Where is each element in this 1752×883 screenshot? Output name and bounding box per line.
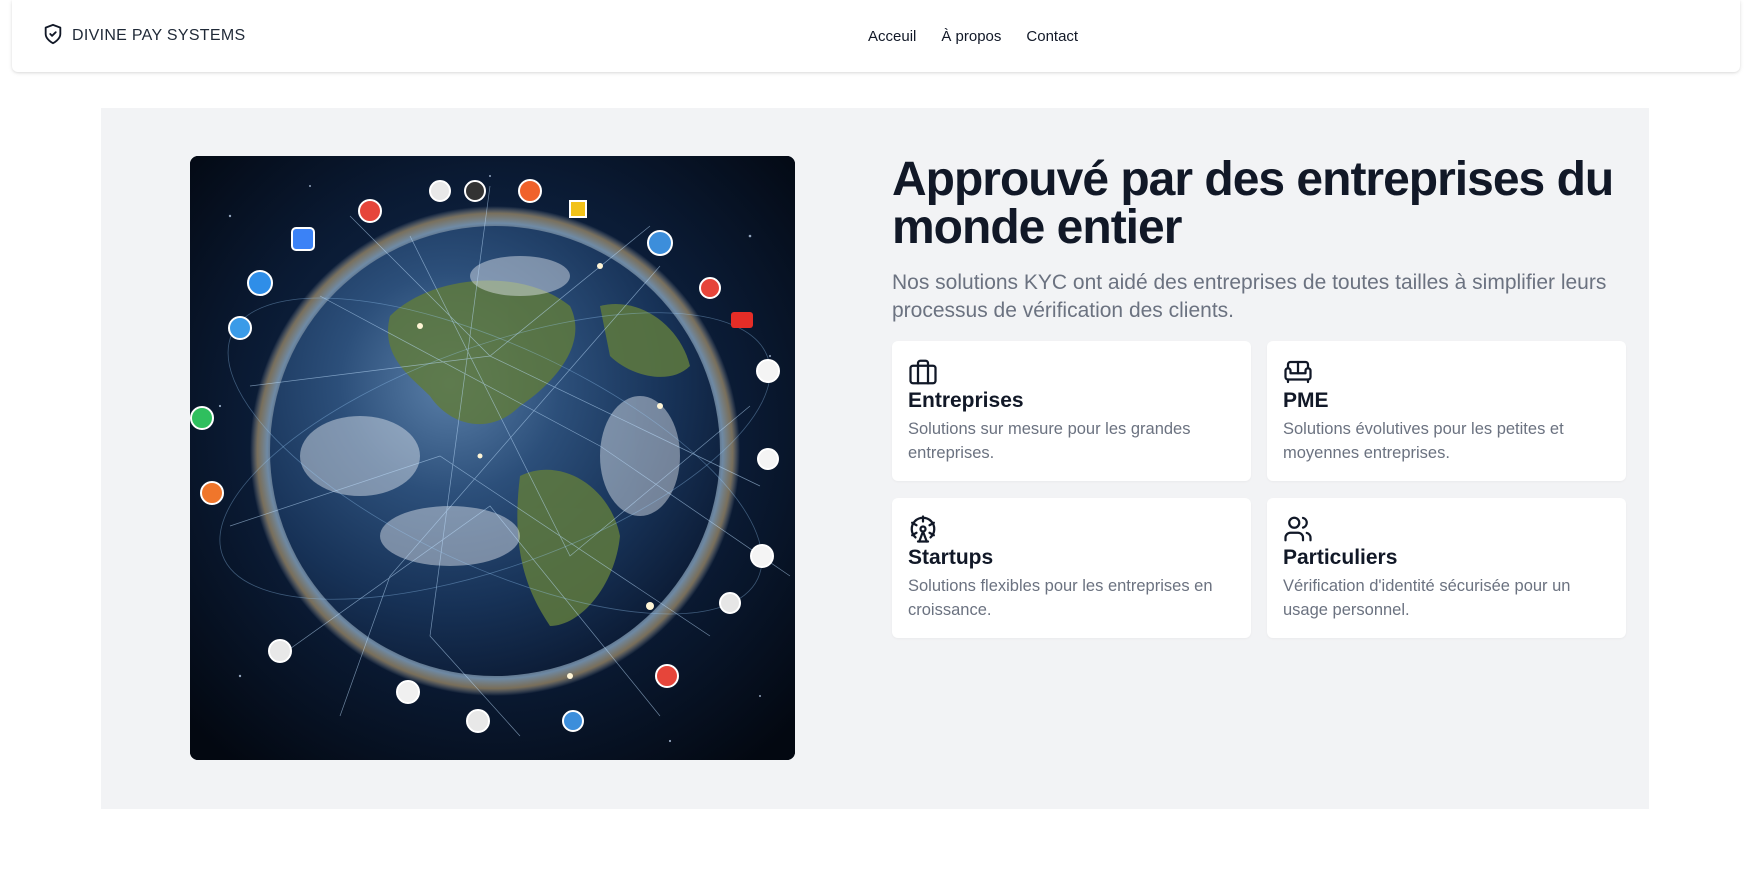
card-description: Solutions sur mesure pour les grandes en…	[908, 420, 1191, 462]
main-nav: Acceuil À propos Contact	[868, 0, 1078, 72]
card-description: Solutions évolutives pour les petites et…	[1283, 420, 1564, 462]
card-entreprises: Entreprises Solutions sur mesure pour le…	[892, 341, 1251, 481]
nav-link-contact[interactable]: Contact	[1026, 28, 1078, 45]
section-title: Approuvé par des entreprises du monde en…	[892, 153, 1614, 254]
globe-network-image	[190, 156, 795, 760]
nav-link-accueil[interactable]: Acceuil	[868, 28, 916, 45]
section-subtitle: Nos solutions KYC ont aidé des entrepris…	[892, 271, 1607, 322]
card-description: Vérification d'identité sécurisée pour u…	[1283, 577, 1571, 619]
shield-check-icon	[42, 22, 64, 51]
card-particuliers: Particuliers Vérification d'identité séc…	[1267, 498, 1626, 638]
card-description: Solutions flexibles pour les entreprises…	[908, 577, 1213, 619]
card-pme: PME Solutions évolutives pour les petite…	[1267, 341, 1626, 481]
briefcase-icon	[908, 357, 1235, 387]
nav-link-a-propos[interactable]: À propos	[941, 28, 1001, 45]
card-title: PME	[1283, 389, 1329, 412]
brand-name: DIVINE PAY SYSTEMS	[72, 27, 246, 44]
trust-content: Approuvé par des entreprises du monde en…	[892, 156, 1632, 325]
card-title: Particuliers	[1283, 546, 1398, 569]
card-title: Entreprises	[908, 389, 1024, 412]
brand-logo[interactable]: DIVINE PAY SYSTEMS	[42, 0, 245, 72]
segment-cards: Entreprises Solutions sur mesure pour le…	[892, 341, 1627, 638]
card-startups: Startups Solutions flexibles pour les en…	[892, 498, 1251, 638]
users-icon	[1283, 514, 1610, 544]
trust-section: Approuvé par des entreprises du monde en…	[101, 108, 1649, 809]
navbar: DIVINE PAY SYSTEMS Acceuil À propos Cont…	[12, 0, 1740, 72]
card-title: Startups	[908, 546, 994, 569]
ferris-wheel-icon	[908, 514, 1235, 544]
sofa-icon	[1283, 357, 1610, 387]
